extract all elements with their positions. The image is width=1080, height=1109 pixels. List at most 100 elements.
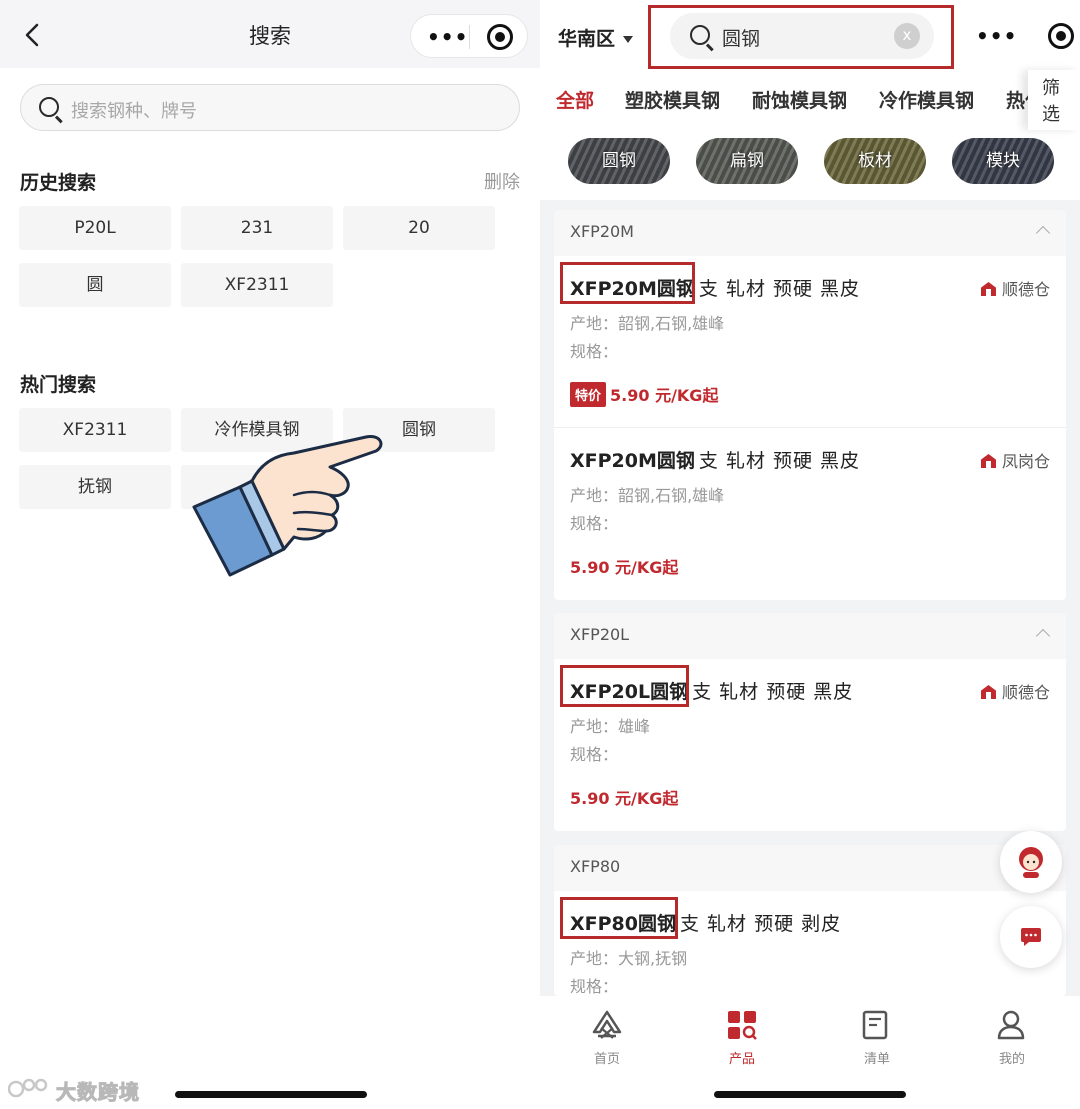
- warehouse-icon: [980, 454, 996, 468]
- product-origin: 产地：雄峰: [570, 717, 651, 736]
- shape-pill-block[interactable]: 模块: [952, 138, 1054, 184]
- history-chip[interactable]: XF2311: [181, 263, 333, 307]
- product-price: 特价 5.90 元/KG起: [570, 382, 718, 407]
- product-item[interactable]: XFP20L圆钢支 轧材 预硬 黑皮 顺德仓 产地：雄峰 规格： 5.90 元/…: [554, 659, 1066, 831]
- search-page: 搜索 ••• 搜索钢种、牌号 历史搜索 删除 P20L 231 20 圆 XF2…: [0, 0, 540, 1109]
- product-spec: 规格：: [570, 514, 619, 533]
- search-query: 圆钢: [722, 28, 761, 50]
- product-item[interactable]: XFP20M圆钢支 轧材 预硬 黑皮 顺德仓 产地：韶钢,石钢,雄峰 规格： 特…: [554, 256, 1066, 428]
- highlight-box: [560, 665, 689, 707]
- more-dots-icon[interactable]: •••: [976, 26, 1017, 46]
- delete-history-button[interactable]: 删除: [484, 168, 520, 194]
- warehouse-label: 顺德仓: [980, 276, 1050, 300]
- search-icon: [690, 25, 710, 45]
- filter-label: 筛: [1042, 78, 1060, 99]
- product-tags: 支 轧材 预硬 黑皮: [698, 450, 861, 472]
- search-input[interactable]: 圆钢 x: [670, 13, 934, 59]
- category-tabs: 全部 塑胶模具钢 耐蚀模具钢 冷作模具钢 热作模具钢: [540, 78, 1080, 120]
- bottom-tab-bar: 首页 产品 清单 我的: [540, 996, 1080, 1109]
- product-header: 华南区 圆钢 x ••• 全部 塑胶模具钢 耐蚀模具钢 冷作模具钢 热作模具钢 …: [540, 0, 1080, 200]
- product-group: XFP80 XFP80圆钢支 轧材 预硬 剥皮 凤 产地：大钢,抚钢 规格：: [554, 845, 1066, 996]
- tab-all[interactable]: 全部: [556, 86, 594, 113]
- product-tags: 支 轧材 预硬 黑皮: [698, 278, 861, 300]
- highlight-box: [560, 262, 695, 304]
- search-icon: [39, 97, 59, 117]
- history-chip[interactable]: 231: [181, 206, 333, 250]
- hot-search-title: 热门搜索: [20, 374, 97, 396]
- chevron-up-icon: [1035, 628, 1051, 644]
- customer-service-button[interactable]: [1000, 831, 1062, 893]
- search-placeholder: 搜索钢种、牌号: [71, 101, 197, 122]
- special-badge: 特价: [570, 382, 607, 407]
- history-title: 历史搜索: [20, 172, 97, 194]
- group-header[interactable]: XFP80: [554, 845, 1066, 891]
- tab-label: 清单: [863, 1052, 890, 1067]
- user-icon: [997, 1010, 1025, 1040]
- product-group: XFP20L XFP20L圆钢支 轧材 预硬 黑皮 顺德仓 产地：雄峰 规格： …: [554, 613, 1066, 831]
- caret-down-icon: [623, 36, 634, 43]
- group-header[interactable]: XFP20L: [554, 613, 1066, 659]
- history-chip[interactable]: P20L: [19, 206, 171, 250]
- product-item[interactable]: XFP20M圆钢支 轧材 预硬 黑皮 凤岗仓 产地：韶钢,石钢,雄峰 规格： 5…: [554, 428, 1066, 600]
- pointing-hand-icon: [192, 435, 383, 577]
- service-avatar-icon: [1019, 847, 1043, 878]
- highlight-box: [560, 897, 678, 939]
- search-header: 搜索 •••: [0, 0, 540, 68]
- product-origin: 产地：大钢,抚钢: [570, 949, 688, 968]
- product-title: XFP20M圆钢: [570, 450, 695, 472]
- product-origin: 产地：韶钢,石钢,雄峰: [570, 486, 725, 505]
- warehouse-label: 凤岗仓: [980, 448, 1050, 472]
- shape-pill-plate[interactable]: 板材: [824, 138, 926, 184]
- hot-chip[interactable]: XF2311: [19, 408, 171, 452]
- group-name: XFP80: [570, 857, 621, 876]
- warehouse-label: 顺德仓: [980, 679, 1050, 703]
- product-price: 5.90 元/KG起: [570, 789, 679, 808]
- region-label: 华南区: [558, 28, 616, 50]
- filter-button[interactable]: 筛 选: [1028, 70, 1080, 130]
- product-origin: 产地：韶钢,石钢,雄峰: [570, 314, 725, 333]
- home-logo-icon: [592, 1010, 622, 1039]
- chevron-up-icon: [1035, 225, 1051, 241]
- product-list-page: 华南区 圆钢 x ••• 全部 塑胶模具钢 耐蚀模具钢 冷作模具钢 热作模具钢 …: [540, 0, 1080, 1109]
- region-selector[interactable]: 华南区: [558, 24, 634, 51]
- tab-category[interactable]: 冷作模具钢: [879, 86, 974, 113]
- list-doc-icon: [862, 1010, 888, 1040]
- warehouse-icon: [980, 282, 996, 296]
- message-button[interactable]: [1000, 906, 1062, 968]
- shape-pill-flat[interactable]: 扁钢: [696, 138, 798, 184]
- tab-label: 首页: [593, 1052, 620, 1067]
- product-grid-icon: [728, 1011, 757, 1040]
- watermark-text: 大数跨境: [56, 1080, 140, 1105]
- tab-category[interactable]: 耐蚀模具钢: [752, 86, 847, 113]
- mini-program-capsule: •••: [410, 14, 528, 58]
- hot-chip[interactable]: 抚钢: [19, 465, 171, 509]
- group-header[interactable]: XFP20M: [554, 210, 1066, 256]
- target-icon[interactable]: [1048, 23, 1074, 49]
- tab-category[interactable]: 塑胶模具钢: [625, 86, 720, 113]
- product-tags: 支 轧材 预硬 黑皮: [692, 681, 854, 703]
- product-group: XFP20M XFP20M圆钢支 轧材 预硬 黑皮 顺德仓 产地：韶钢,石钢,雄…: [554, 210, 1066, 600]
- product-tags: 支 轧材 预硬 剥皮: [680, 913, 842, 935]
- group-name: XFP20M: [570, 222, 634, 241]
- chat-bubble-icon: [1021, 928, 1041, 946]
- product-spec: 规格：: [570, 977, 619, 996]
- tab-label: 我的: [998, 1052, 1025, 1067]
- product-price: 5.90 元/KG起: [570, 558, 679, 577]
- history-chip[interactable]: 圆: [19, 263, 171, 307]
- home-indicator: [714, 1091, 906, 1098]
- more-dots-icon[interactable]: •••: [427, 27, 468, 47]
- watermark-logo-icon: [8, 1078, 48, 1098]
- shape-pill-round[interactable]: 圆钢: [568, 138, 670, 184]
- target-icon[interactable]: [487, 24, 513, 50]
- group-name: XFP20L: [570, 625, 630, 644]
- history-chip[interactable]: 20: [343, 206, 495, 250]
- tab-label: 产品: [728, 1052, 755, 1067]
- home-indicator: [175, 1091, 367, 1098]
- product-spec: 规格：: [570, 342, 619, 361]
- search-input[interactable]: 搜索钢种、牌号: [20, 84, 520, 131]
- warehouse-icon: [980, 685, 996, 699]
- clear-search-button[interactable]: x: [894, 23, 920, 49]
- product-item[interactable]: XFP80圆钢支 轧材 预硬 剥皮 凤 产地：大钢,抚钢 规格：: [554, 891, 1066, 996]
- mini-program-capsule: •••: [960, 14, 1080, 58]
- product-spec: 规格：: [570, 745, 619, 764]
